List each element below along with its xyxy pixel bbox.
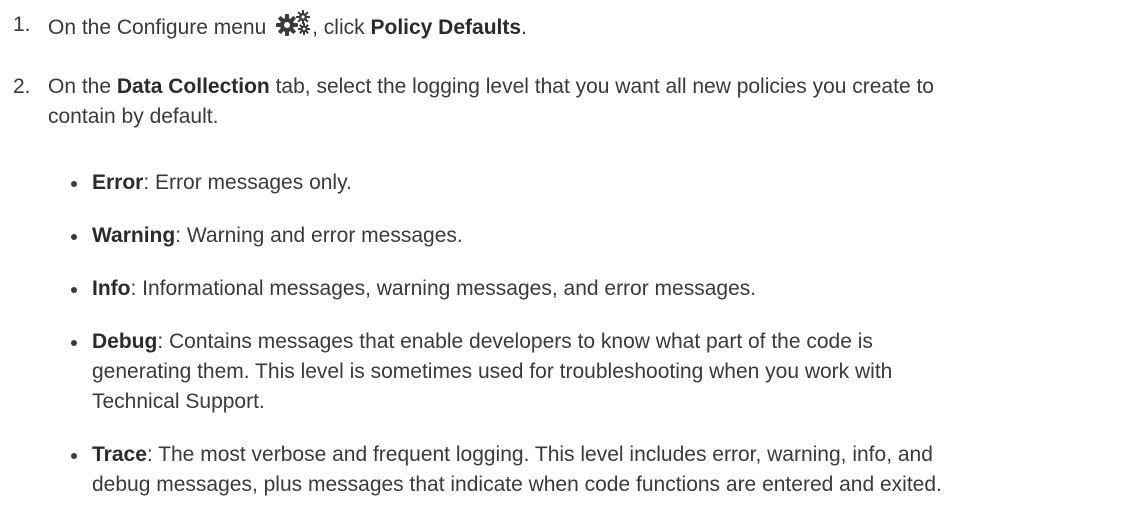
level-description: : Error messages only. — [143, 171, 352, 194]
level-line-1: Debug: Contains messages that enable dev… — [92, 327, 1142, 357]
bullet-dot — [71, 340, 77, 346]
level-line-1: Trace: The most verbose and frequent log… — [92, 440, 1142, 470]
step-2-text-before: On the — [48, 75, 117, 98]
list-item-text: Error: Error messages only. — [92, 168, 1142, 198]
bullet-dot — [71, 234, 77, 240]
level-name: Error — [92, 171, 144, 194]
step-1-text-after-icon: , click — [312, 16, 371, 39]
step-1-text-before-icon: On the Configure menu — [48, 16, 267, 39]
data-collection-tab-name: Data Collection — [116, 75, 270, 98]
level-description: : Warning and error messages. — [175, 224, 463, 247]
list-item-text: Warning: Warning and error messages. — [92, 221, 1142, 251]
procedure-document: 1. On the Configure menu , click Policy … — [0, 0, 1145, 512]
step-1-end: . — [521, 16, 527, 39]
step-2-line-2: contain by default. — [48, 105, 219, 128]
level-description: : Informational messages, warning messag… — [130, 277, 757, 300]
step-number: 2. — [13, 75, 31, 98]
policy-defaults-menu-item: Policy Defaults — [370, 16, 522, 39]
level-line-2: debug messages, plus messages that indic… — [92, 473, 942, 496]
level-description: : Contains messages that enable develope… — [157, 330, 873, 353]
level-name: Trace — [92, 443, 147, 466]
level-description: : The most verbose and frequent logging.… — [146, 443, 933, 466]
gears-icon — [276, 10, 311, 36]
level-line-2: generating them. This level is sometimes… — [92, 360, 893, 383]
bullet-dot — [71, 453, 77, 459]
level-name: Info — [92, 277, 131, 300]
level-name: Warning — [92, 224, 176, 247]
level-line-3: Technical Support. — [92, 390, 265, 413]
list-item-text: Info: Informational messages, warning me… — [92, 274, 1142, 304]
step-text: On the Configure menu , click Policy Def… — [48, 10, 1138, 43]
bullet-dot — [71, 287, 77, 293]
bullet-dot — [71, 181, 77, 187]
step-2-text-after: tab, select the logging level that you w… — [269, 75, 934, 98]
list-item-text: Debug: Contains messages that enable dev… — [92, 327, 1142, 417]
step-2-line-1: On the Data Collection tab, select the l… — [48, 72, 1138, 102]
step-text: On the Data Collection tab, select the l… — [48, 72, 1138, 132]
level-name: Debug — [92, 330, 158, 353]
list-item-text: Trace: The most verbose and frequent log… — [92, 440, 1142, 500]
step-number: 1. — [13, 13, 31, 36]
